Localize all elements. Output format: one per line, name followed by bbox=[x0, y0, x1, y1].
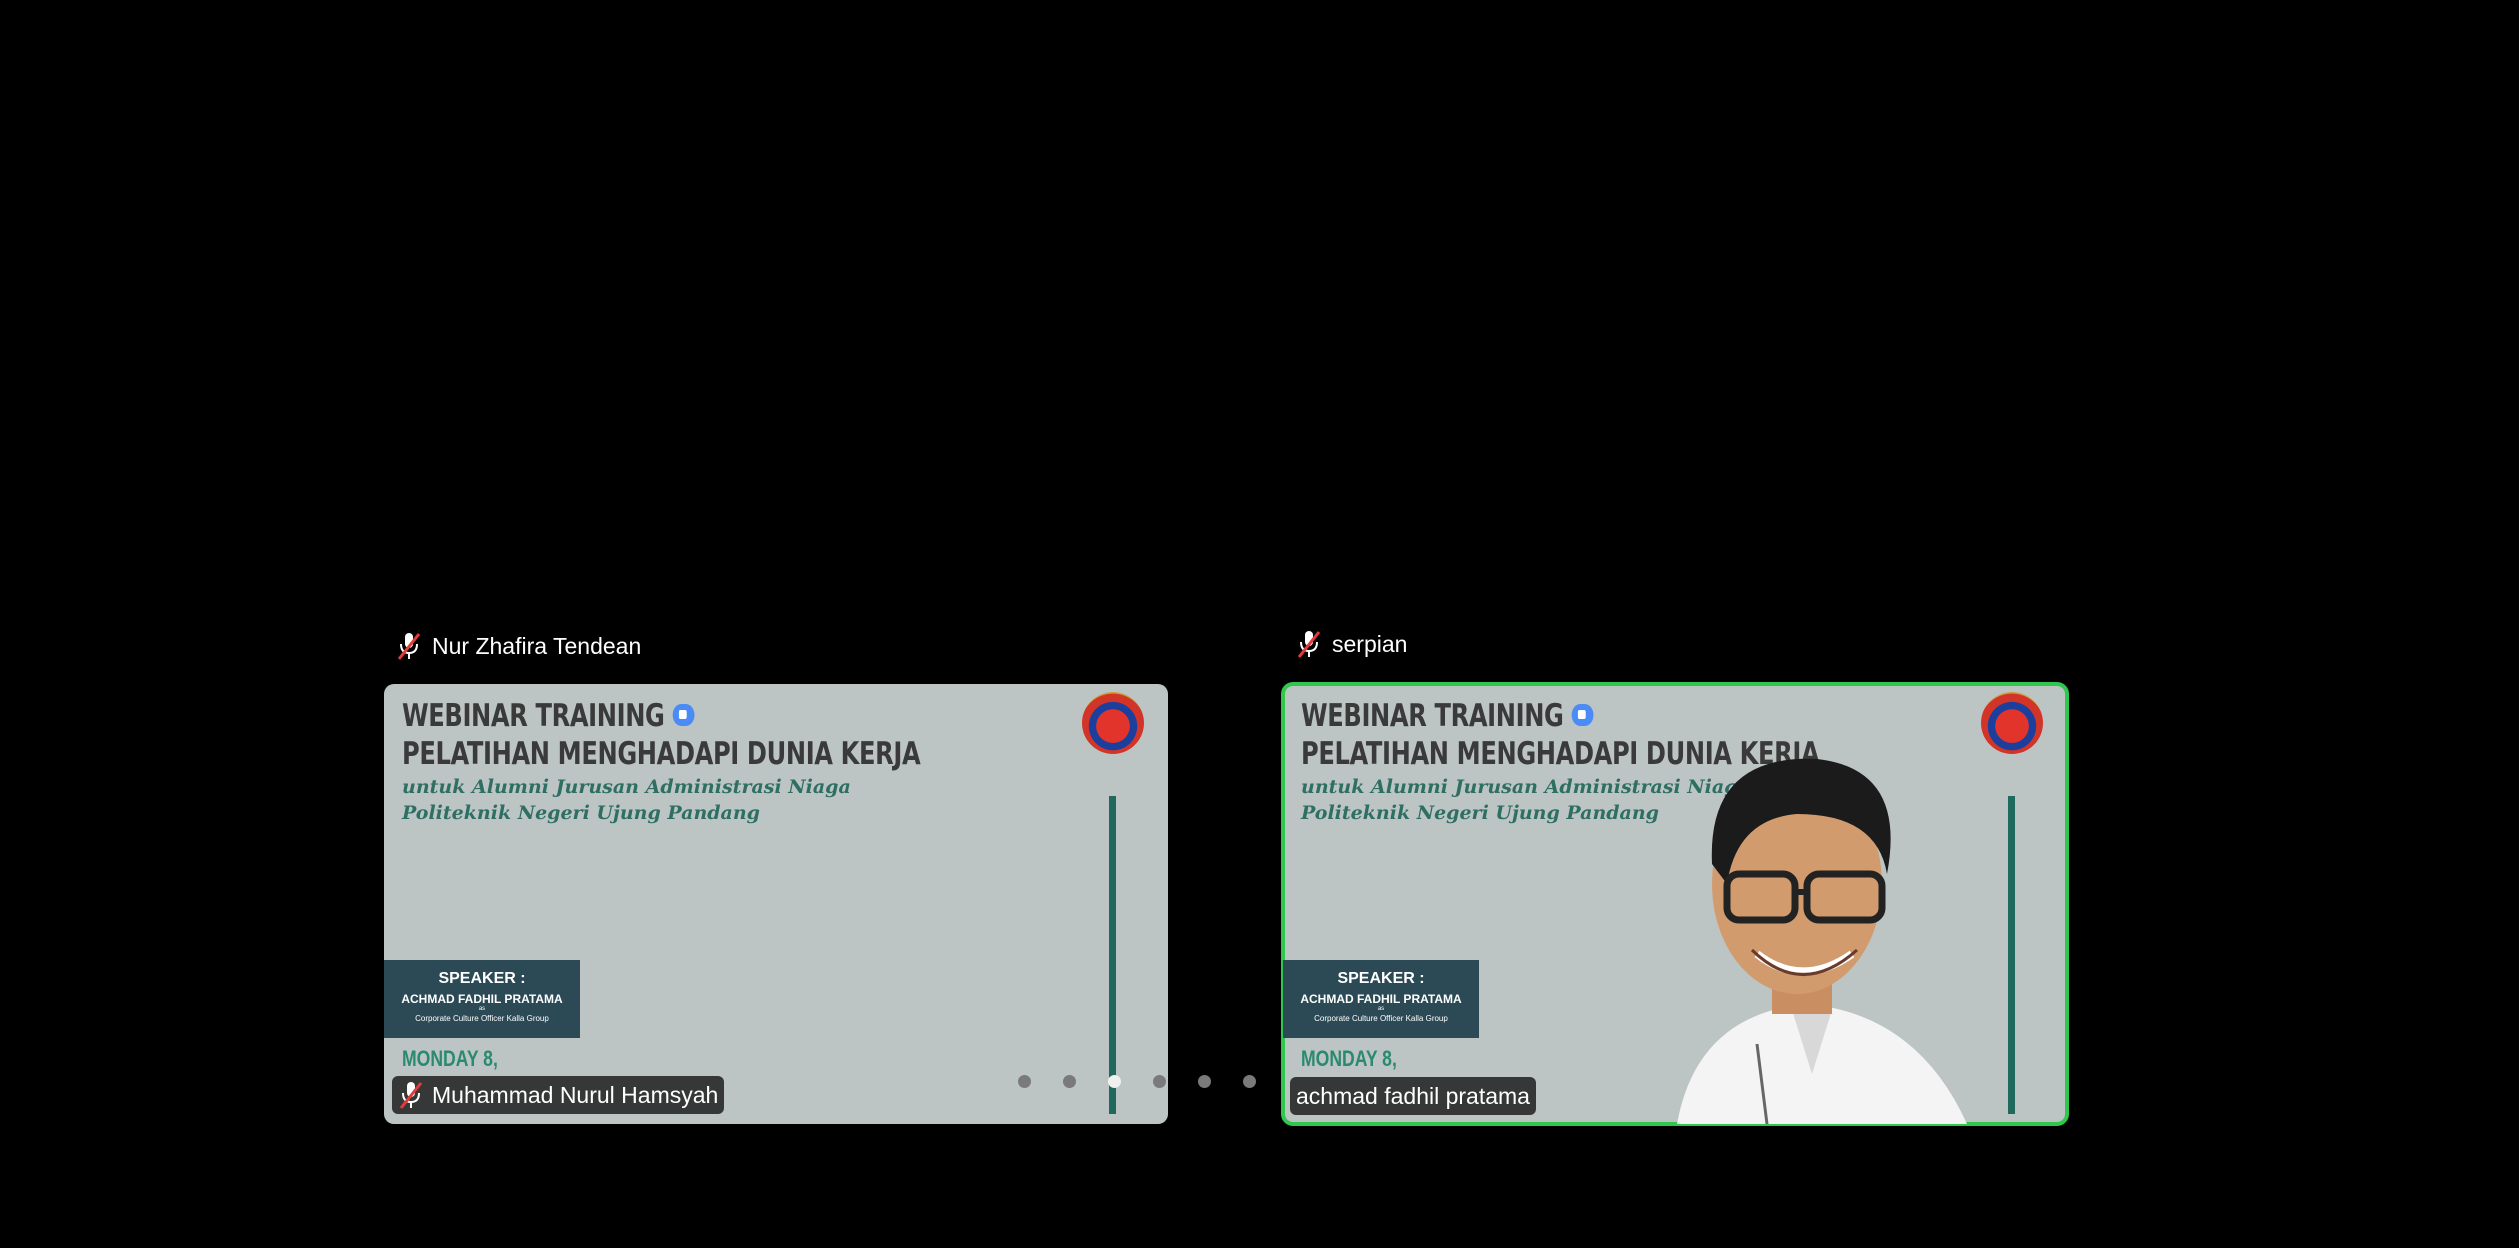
slide-date: MONDAY 8, bbox=[402, 1046, 498, 1071]
participant-name: achmad fadhil pratama bbox=[1296, 1082, 1530, 1109]
speaker-box: SPEAKER : ACHMAD FADHIL PRATAMA as Corpo… bbox=[1283, 960, 1479, 1038]
mic-muted-icon bbox=[399, 1082, 423, 1109]
page-dot-current[interactable] bbox=[1108, 1075, 1121, 1088]
institution-logo-icon bbox=[1082, 692, 1144, 754]
slide-subtitle-line-1: untuk Alumni Jurusan Administrasi Niaga bbox=[402, 776, 851, 798]
speaker-video-person bbox=[1677, 758, 1967, 1124]
slide-title: WEBINAR TRAINING bbox=[402, 698, 695, 734]
participant-top-label-2: serpian bbox=[1296, 626, 1407, 662]
page-dot[interactable] bbox=[1018, 1075, 1031, 1088]
mic-muted-icon bbox=[1297, 631, 1321, 658]
page-dot[interactable] bbox=[1198, 1075, 1211, 1088]
participant-name: Muhammad Nurul Hamsyah bbox=[432, 1081, 719, 1108]
gallery-pagination bbox=[1018, 1075, 1256, 1088]
participant-top-label-1: Nur Zhafira Tendean bbox=[396, 628, 641, 664]
slide-title: WEBINAR TRAINING bbox=[1301, 698, 1594, 734]
video-tile-2[interactable]: WEBINAR TRAINING PELATIHAN MENGHADAPI DU… bbox=[1281, 682, 2069, 1126]
slide-subtitle-main: PELATIHAN MENGHADAPI DUNIA KERJA bbox=[402, 736, 921, 772]
page-dot[interactable] bbox=[1243, 1075, 1256, 1088]
participant-name: Nur Zhafira Tendean bbox=[432, 632, 642, 659]
page-dot[interactable] bbox=[1063, 1075, 1076, 1088]
page-dot[interactable] bbox=[1153, 1075, 1166, 1088]
participant-name: serpian bbox=[1332, 630, 1408, 657]
video-tile-1[interactable]: WEBINAR TRAINING PELATIHAN MENGHADAPI DU… bbox=[384, 684, 1168, 1124]
slide-divider bbox=[1109, 796, 1116, 1114]
speaker-box: SPEAKER : ACHMAD FADHIL PRATAMA as Corpo… bbox=[384, 960, 580, 1038]
slide-subtitle-line-2: Politeknik Negeri Ujung Pandang bbox=[402, 802, 760, 824]
slide-date: MONDAY 8, bbox=[1301, 1046, 1397, 1071]
video-camera-icon bbox=[672, 703, 695, 726]
participant-bottom-label-1: Muhammad Nurul Hamsyah bbox=[392, 1076, 725, 1114]
participant-bottom-label-2: achmad fadhil pratama bbox=[1290, 1077, 1536, 1115]
mic-muted-icon bbox=[397, 633, 421, 660]
